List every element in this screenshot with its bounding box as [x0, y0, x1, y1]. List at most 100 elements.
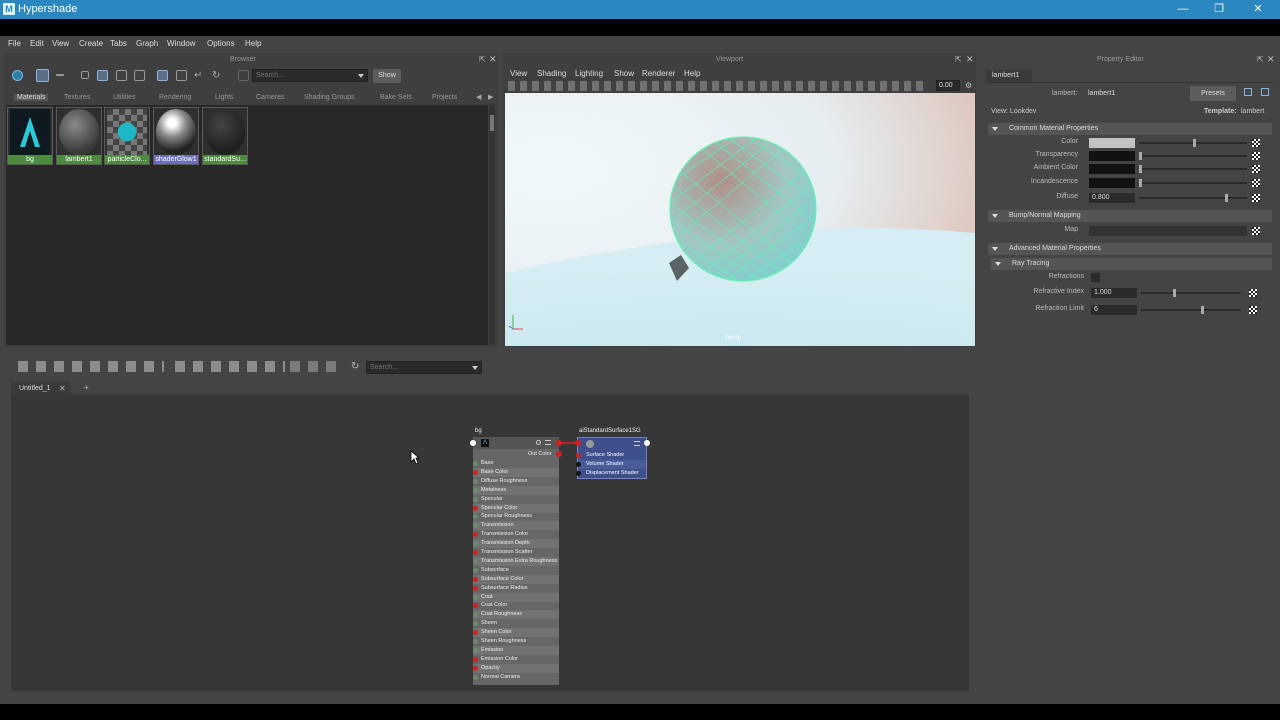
diffuse-field[interactable]: 0.800: [1089, 193, 1135, 203]
refresh-icon[interactable]: ↻: [212, 70, 223, 81]
diffuse-slider[interactable]: [1139, 194, 1247, 202]
icon-view-icon[interactable]: [36, 69, 49, 82]
node-attribute[interactable]: Normal Camera: [473, 673, 559, 682]
section-common[interactable]: Common Material Properties: [988, 123, 1272, 135]
map-button-icon[interactable]: [1249, 289, 1257, 297]
map-button-icon[interactable]: [1252, 194, 1260, 202]
add-tab-button[interactable]: +: [84, 383, 89, 392]
refractive-index-field[interactable]: 1.000: [1091, 288, 1137, 298]
attr-port-icon[interactable]: [473, 567, 478, 573]
node-attribute[interactable]: Opacity: [473, 663, 559, 673]
panel-close-icon[interactable]: ✕: [489, 54, 497, 65]
slider-handle[interactable]: [1225, 194, 1228, 202]
attr-port-icon[interactable]: [473, 505, 478, 511]
map-button-icon[interactable]: [1252, 227, 1260, 235]
sg-output-port[interactable]: [644, 440, 650, 446]
transparency-slider[interactable]: [1139, 152, 1247, 160]
browser-scrollbar[interactable]: [489, 105, 495, 345]
tab-left-icon[interactable]: ◀: [476, 93, 481, 101]
slider-handle[interactable]: [1139, 179, 1142, 187]
node-attribute[interactable]: Coat Roughness: [473, 610, 559, 620]
node-attribute[interactable]: Subsurface: [473, 566, 559, 575]
attr-port-icon[interactable]: [473, 621, 478, 627]
menu-options[interactable]: Options: [207, 39, 235, 48]
pe-close-icon[interactable]: ✕: [1267, 54, 1275, 65]
tab-cameras[interactable]: Cameras: [256, 94, 284, 101]
map-button-icon[interactable]: [1252, 179, 1260, 187]
attr-port-icon[interactable]: [473, 532, 478, 538]
node-attribute[interactable]: Specular Roughness: [473, 512, 559, 521]
menu-edit[interactable]: Edit: [30, 39, 44, 48]
node-attribute[interactable]: Transmission Color: [473, 530, 559, 539]
tab-bake-sets[interactable]: Bake Sets: [380, 94, 412, 101]
node-search-dropdown-icon[interactable]: [472, 366, 478, 370]
minimize-icon[interactable]: —: [1176, 2, 1190, 16]
attr-port-icon[interactable]: [473, 469, 478, 475]
viewport-gear-icon[interactable]: ⚙: [965, 81, 972, 90]
node-attribute[interactable]: Transmission Extra Roughness: [473, 556, 559, 566]
filter-icon[interactable]: [238, 70, 249, 81]
menu-window[interactable]: Window: [167, 39, 195, 48]
node-view-icons[interactable]: [175, 361, 285, 372]
node-search-input[interactable]: Search...: [366, 361, 482, 374]
attr-port-icon[interactable]: [473, 541, 478, 547]
node-attribute[interactable]: Emission Color: [473, 655, 559, 664]
tab-right-icon[interactable]: ▶: [488, 93, 493, 101]
attr-port-icon[interactable]: [473, 496, 478, 502]
attr-port-icon[interactable]: [473, 576, 478, 582]
tab-projects[interactable]: Projects: [432, 94, 457, 101]
viewport-menu-view[interactable]: View: [510, 69, 527, 78]
sg-attribute[interactable]: Displacement Shader: [576, 469, 646, 478]
node-attribute[interactable]: Base Color: [473, 467, 559, 477]
material-swatch[interactable]: lambert1: [56, 107, 102, 165]
viewport-menu-show[interactable]: Show: [614, 69, 634, 78]
attr-port-icon[interactable]: [473, 585, 478, 591]
node-menu-icon[interactable]: [545, 440, 551, 445]
sort-type-icon[interactable]: [176, 70, 187, 81]
attr-port-icon[interactable]: [473, 487, 478, 493]
node-gear-icon[interactable]: [536, 440, 541, 445]
browser-search-input[interactable]: Search...: [252, 69, 368, 82]
viewport-menu-renderer[interactable]: Renderer: [642, 69, 675, 78]
viewport-toolbar-icons[interactable]: [508, 81, 928, 91]
node-attribute[interactable]: Sheen Color: [473, 628, 559, 638]
attr-port-icon[interactable]: [473, 603, 478, 609]
large-swatch-icon[interactable]: [116, 70, 127, 81]
attr-port-icon[interactable]: [576, 471, 581, 476]
material-swatch[interactable]: standardSu...: [202, 107, 248, 165]
tab-materials[interactable]: Materials: [14, 94, 49, 101]
attr-port-icon[interactable]: [473, 665, 478, 671]
attr-port-icon[interactable]: [576, 462, 581, 467]
color-slider[interactable]: [1139, 139, 1247, 147]
xlarge-swatch-icon[interactable]: [134, 70, 145, 81]
menu-help[interactable]: Help: [245, 39, 261, 48]
grid-icons[interactable]: [290, 361, 340, 372]
attr-port-icon[interactable]: [473, 523, 478, 529]
attr-port-icon[interactable]: [473, 639, 478, 644]
sg-attribute[interactable]: Volume Shader: [576, 460, 646, 469]
material-swatch[interactable]: bg: [7, 107, 53, 165]
ambient-slider[interactable]: [1139, 165, 1247, 173]
attr-port-icon[interactable]: [473, 674, 478, 680]
presets-button[interactable]: Presets: [1190, 86, 1236, 101]
color-swatch[interactable]: [1089, 138, 1135, 148]
transparency-swatch[interactable]: [1089, 151, 1135, 161]
input-port[interactable]: [470, 440, 476, 446]
node-attribute[interactable]: Subsurface Radius: [473, 584, 559, 593]
pe-focus-icon[interactable]: [1244, 88, 1252, 96]
node-attribute[interactable]: Sheen: [473, 619, 559, 628]
search-dropdown-icon[interactable]: [358, 74, 364, 78]
list-view-icon[interactable]: [56, 74, 64, 76]
attr-port-icon[interactable]: [473, 612, 478, 618]
sort-time-icon[interactable]: ↵: [194, 70, 205, 81]
refraction-limit-field[interactable]: 6: [1091, 305, 1137, 315]
pe-template-value[interactable]: lambert: [1241, 108, 1264, 115]
map-field[interactable]: [1089, 226, 1247, 236]
tab-utilities[interactable]: Utilities: [113, 94, 136, 101]
node-attribute[interactable]: Base: [473, 459, 559, 468]
rendering-icon[interactable]: [12, 70, 23, 81]
attr-port-icon[interactable]: [473, 461, 478, 466]
graph-tab[interactable]: Untitled_1 ✕: [11, 382, 71, 395]
node-attribute[interactable]: Metalness: [473, 485, 559, 495]
section-ray-tracing[interactable]: Ray Tracing: [991, 258, 1272, 270]
